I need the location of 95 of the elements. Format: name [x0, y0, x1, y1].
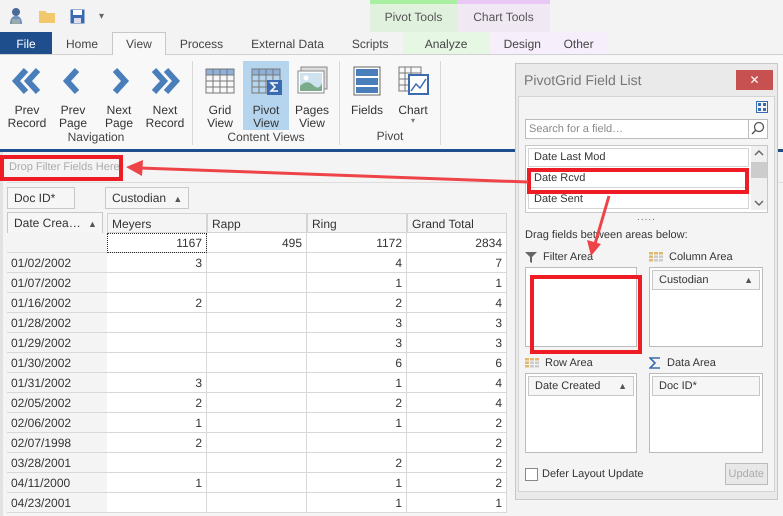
grid-icon — [525, 358, 539, 368]
ribbon-tab[interactable]: External Data — [237, 32, 338, 54]
drop-area[interactable] — [525, 267, 637, 347]
ribbon-button[interactable]: Pivot View — [243, 61, 289, 130]
ribbon-button[interactable]: Prev Record — [4, 61, 50, 130]
table-cell: 2 — [107, 433, 207, 453]
table-cell: 2 — [307, 293, 407, 313]
user-icon[interactable] — [8, 7, 24, 25]
column-field-button[interactable]: Custodian ▲ — [105, 187, 189, 209]
column-header: Rapp — [207, 213, 307, 233]
table-cell: 3 — [407, 313, 507, 333]
close-button[interactable]: ✕ — [736, 70, 773, 90]
area-label: Column Area — [669, 251, 733, 263]
drop-area[interactable]: Custodian ▲ — [649, 267, 763, 347]
total-cell: 2834 — [407, 233, 507, 253]
grid-icon — [649, 252, 663, 262]
row-field-button[interactable]: Date Crea… ▲ — [7, 212, 103, 234]
ribbon-tab[interactable]: View — [112, 32, 166, 55]
ribbon-button[interactable]: Fields — [344, 61, 390, 129]
table-cell: 1 — [407, 273, 507, 293]
checkbox[interactable] — [525, 468, 538, 480]
table-cell: 2 — [107, 293, 207, 313]
table-cell: 3 — [307, 333, 407, 353]
customize-menu-caret[interactable]: ▾ — [99, 10, 104, 22]
ribbon-button[interactable]: Prev Page — [50, 61, 96, 130]
splitter-handle[interactable]: ..... — [525, 213, 768, 229]
table-cell: 6 — [407, 353, 507, 373]
table-cell: 3 — [307, 313, 407, 333]
ribbon-tab[interactable]: File — [0, 32, 52, 54]
search-icon[interactable] — [748, 119, 768, 139]
field-chip[interactable]: Date Created ▲ — [528, 376, 634, 396]
drop-area[interactable]: Date Created ▲ — [525, 373, 637, 453]
field-item[interactable]: Date Last Mod — [528, 148, 749, 167]
ribbon-tab[interactable]: Scripts — [338, 32, 403, 54]
table-cell: 2 — [407, 413, 507, 433]
table-cell: 4 — [407, 373, 507, 393]
column-header: Grand Total — [407, 213, 507, 233]
column-header: Ring — [307, 213, 407, 233]
context-tab-group-label: Pivot Tools — [384, 10, 442, 24]
table-cell: 4 — [407, 293, 507, 313]
total-cell: 495 — [207, 233, 307, 253]
area-label: Row Area — [545, 357, 593, 369]
chart-icon — [396, 64, 430, 98]
sigma-icon — [649, 357, 661, 369]
save-icon[interactable] — [70, 8, 85, 24]
window-title: PivotGrid Field List — [524, 72, 642, 88]
ribbon-button[interactable]: Grid View — [197, 61, 243, 130]
ribbon-tab[interactable]: Process — [166, 32, 238, 54]
table-cell: 1 — [307, 493, 407, 513]
total-cell: 1167 — [107, 233, 207, 253]
table-cell: 1 — [307, 273, 407, 293]
area-label: Filter Area — [543, 251, 594, 263]
table-cell: 2 — [107, 393, 207, 413]
search-field[interactable]: Search for a field… — [525, 119, 748, 139]
table-cell: 1 — [307, 473, 407, 493]
table-cell: 4 — [407, 393, 507, 413]
table-cell: 2 — [407, 453, 507, 473]
table-cell: 4 — [307, 253, 407, 273]
context-tab-group-label: Chart Tools — [473, 10, 534, 24]
table-cell: 3 — [107, 373, 207, 393]
data-field-button[interactable]: Doc ID* — [7, 187, 75, 209]
table-cell: 1 — [307, 413, 407, 433]
ribbon-tab[interactable]: Design — [490, 32, 550, 54]
ribbon-button[interactable]: Chart ▾ — [390, 61, 436, 129]
ribbon-tab[interactable]: Other — [550, 32, 608, 54]
drop-area[interactable]: Doc ID* — [649, 373, 763, 453]
layout-icon[interactable] — [756, 101, 768, 113]
column-header: Meyers — [107, 213, 207, 233]
table-cell: 2 — [307, 393, 407, 413]
ribbon-group-label: Pivot — [376, 129, 404, 145]
total-cell: 1172 — [307, 233, 407, 253]
table-cell: 1 — [107, 413, 207, 433]
table-cell: 1 — [407, 493, 507, 513]
filter-icon — [525, 251, 537, 263]
area-label: Data Area — [667, 357, 716, 369]
ribbon-button[interactable]: Next Page — [96, 61, 142, 130]
table-cell: 3 — [107, 253, 207, 273]
table-cell: 2 — [407, 433, 507, 453]
table-cell: 6 — [307, 353, 407, 373]
table-cell: 7 — [407, 253, 507, 273]
checkbox-label: Defer Layout Update — [542, 468, 644, 480]
table-cell: 2 — [407, 473, 507, 493]
ribbon-button[interactable]: Pages View — [289, 61, 335, 130]
table-cell: 3 — [407, 333, 507, 353]
field-chip[interactable]: Doc ID* — [652, 376, 760, 396]
table-cell: 1 — [307, 373, 407, 393]
ribbon-button[interactable]: Next Record — [142, 61, 188, 130]
table-cell: 1 — [107, 473, 207, 493]
ribbon-group-label: Content Views — [227, 130, 305, 146]
ribbon-tab[interactable]: Home — [52, 32, 112, 54]
table-cell: 2 — [307, 453, 407, 473]
field-chip[interactable]: Custodian ▲ — [652, 270, 760, 290]
ribbon-tab[interactable]: Analyze — [402, 32, 490, 54]
scroll-bar[interactable] — [751, 146, 767, 210]
ribbon-group-label: Navigation — [68, 130, 124, 146]
